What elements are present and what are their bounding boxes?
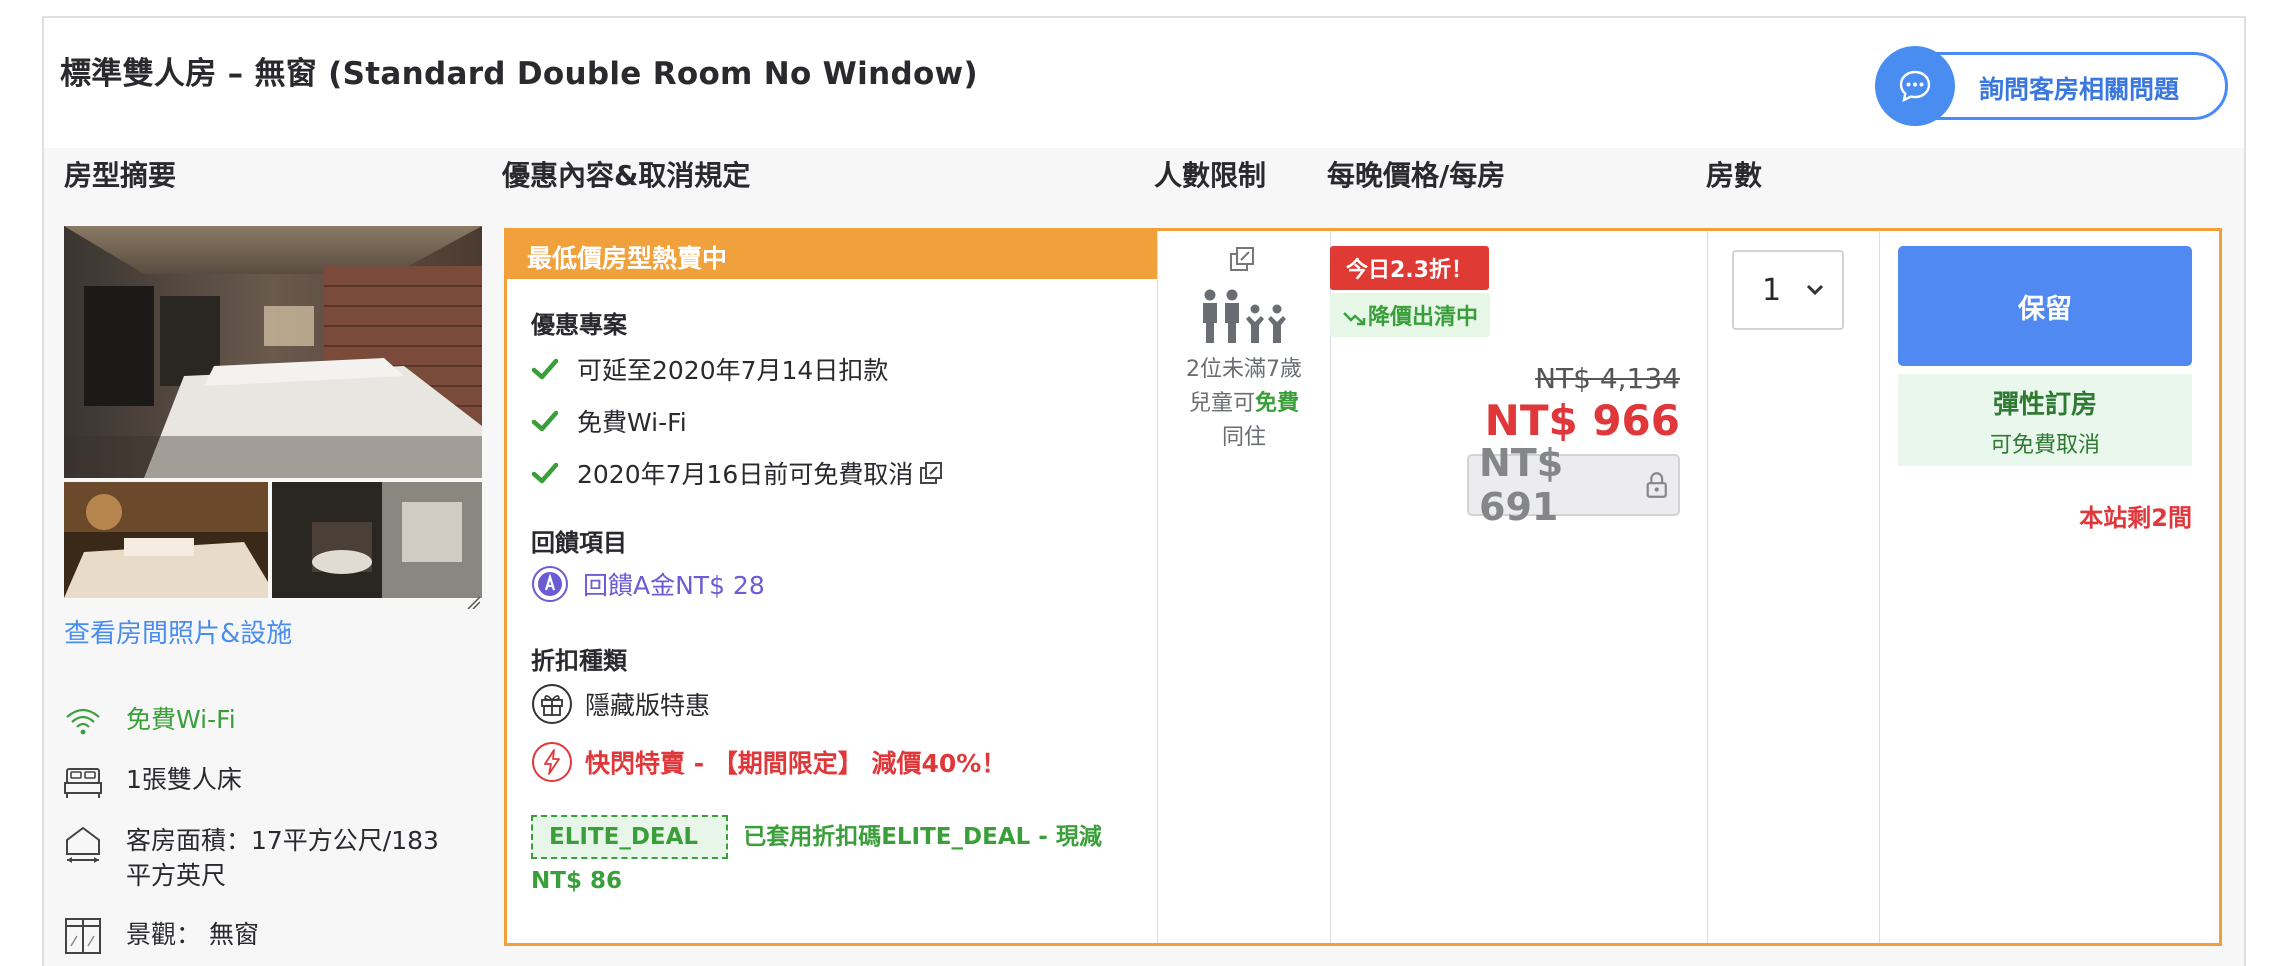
flash-sale-label: 快閃特賣 - 【期間限定】 減價40%！ <box>585 749 1007 778</box>
price-drop-label: 降價出清中 <box>1368 305 1479 330</box>
hidden-deal-label: 隱藏版特惠 <box>585 691 711 720</box>
coupon-applied-row: ELITE_DEAL 已套用折扣碼ELITE_DEAL - 現減 NT$ 86 <box>531 813 1131 904</box>
ask-room-question-label: 詢問客房相關問題 <box>1979 75 2180 104</box>
column-divider <box>1879 231 1880 943</box>
rebate-section-label: 回饋項目 <box>531 529 627 557</box>
view-room-photos-link[interactable]: 查看房間照片&設施 <box>64 613 292 650</box>
coupon-code: ELITE_DEAL <box>549 823 699 850</box>
occupancy-note: 2位未滿7歲 兒童可免費 同住 <box>1159 353 1329 455</box>
col-header-rooms: 房數 <box>1706 159 1763 192</box>
col-header-summary: 房型摘要 <box>64 159 177 192</box>
amenity-bed-label: 1張雙人床 <box>126 765 242 794</box>
checkmark-icon <box>531 462 559 484</box>
perk-label: 可延至2020年7月14日扣款 <box>577 356 889 385</box>
coin-icon <box>532 566 568 602</box>
hidden-deal-item: 隱藏版特惠 <box>531 683 710 725</box>
flexible-booking-title: 彈性訂房 <box>1992 390 2097 420</box>
flexible-booking-box: 彈性訂房 可免費取消 <box>1898 374 2192 466</box>
rebate-label: 回饋A金NT$ 28 <box>583 571 765 600</box>
flexible-booking-subtitle: 可免費取消 <box>1989 433 2100 458</box>
resize-grip-icon <box>466 594 481 610</box>
perk-item: 可延至2020年7月14日扣款 <box>531 351 888 387</box>
room-photo-thumb-1[interactable] <box>64 482 268 598</box>
amenity-area: 客房面積：17平方公尺/183平方英尺 <box>62 823 442 893</box>
occupancy-line-2: 兒童可 <box>1188 391 1255 416</box>
rebate-item: 回饋A金NT$ 28 <box>531 565 765 603</box>
occupancy-free: 免費 <box>1255 391 1300 416</box>
column-divider <box>1157 231 1158 943</box>
wifi-icon <box>62 700 104 742</box>
occupancy-line-3: 同住 <box>1221 425 1266 450</box>
checkmark-icon <box>531 358 559 380</box>
price-drop-badge: 降價出清中 <box>1330 293 1491 337</box>
column-divider <box>1707 231 1708 943</box>
lock-icon <box>1646 472 1667 498</box>
occupancy-line-1: 2位未滿7歲 <box>1186 357 1302 382</box>
member-price: NT$ 691 <box>1479 441 1564 529</box>
room-title: 標準雙人房 – 無窗 (Standard Double Room No Wind… <box>60 56 978 92</box>
gift-icon <box>532 684 572 724</box>
rooms-left-notice: 本站剩2間 <box>2079 504 2192 532</box>
amenity-bed: 1張雙人床 <box>62 760 242 802</box>
perk-item[interactable]: 2020年7月16日前可免費取消 <box>531 455 943 491</box>
amenity-area-label: 客房面積：17平方公尺/183平方英尺 <box>126 826 439 890</box>
occupancy-people-icon <box>1199 289 1295 349</box>
promo-section-label: 優惠專案 <box>531 311 627 339</box>
window-icon <box>62 915 104 957</box>
col-header-offers: 優惠內容&取消規定 <box>502 159 751 192</box>
flash-sale-item: 快閃特賣 - 【期間限定】 減價40%！ <box>531 741 1006 783</box>
checkmark-icon <box>531 410 559 432</box>
column-divider <box>1330 231 1331 943</box>
room-title-bar: 標準雙人房 – 無窗 (Standard Double Room No Wind… <box>44 18 2244 148</box>
coupon-code-tag: ELITE_DEAL <box>531 814 729 859</box>
area-icon <box>62 823 104 865</box>
external-link-icon[interactable] <box>919 461 943 485</box>
reserve-button-label: 保留 <box>2018 293 2072 325</box>
coupon-applied-text: 已套用折扣碼ELITE_DEAL - 現減 <box>743 823 1102 850</box>
col-header-occupancy: 人數限制 <box>1154 159 1267 192</box>
room-photo-main[interactable] <box>64 226 482 478</box>
trend-down-icon <box>1343 312 1366 326</box>
amenity-wifi-label: 免費Wi-Fi <box>126 705 236 734</box>
popout-icon[interactable] <box>1228 245 1258 275</box>
amenity-wifi: 免費Wi-Fi <box>62 700 236 742</box>
ask-room-question-button[interactable]: 詢問客房相關問題 <box>1875 46 2228 126</box>
room-quantity-value: 1 <box>1762 272 1782 308</box>
chevron-down-icon <box>1806 284 1824 296</box>
perk-label: 2020年7月16日前可免費取消 <box>577 460 914 489</box>
lightning-icon <box>532 742 572 782</box>
room-quantity-select[interactable]: 1 <box>1732 250 1844 330</box>
original-price: NT$ 4,134 <box>1535 362 1680 395</box>
perk-label: 免費Wi-Fi <box>577 408 687 437</box>
current-price: NT$ 966 <box>1484 396 1680 445</box>
best-price-banner: 最低價房型熱賣中 <box>507 231 1157 279</box>
amenity-view-label: 景觀： 無窗 <box>126 920 259 949</box>
amenity-view: 景觀： 無窗 <box>62 915 259 957</box>
bed-icon <box>62 760 104 802</box>
reserve-button[interactable]: 保留 <box>1898 246 2192 366</box>
perk-item: 免費Wi-Fi <box>531 403 687 439</box>
today-discount-badge: 今日2.3折！ <box>1330 246 1489 290</box>
discount-section-label: 折扣種類 <box>531 647 627 675</box>
coupon-amount: NT$ 86 <box>531 867 622 894</box>
col-header-price: 每晚價格/每房 <box>1327 159 1506 192</box>
room-photo-thumb-2[interactable] <box>272 482 482 598</box>
member-price-button[interactable]: NT$ 691 <box>1467 441 1680 529</box>
chat-bubble-icon <box>1875 46 1955 126</box>
